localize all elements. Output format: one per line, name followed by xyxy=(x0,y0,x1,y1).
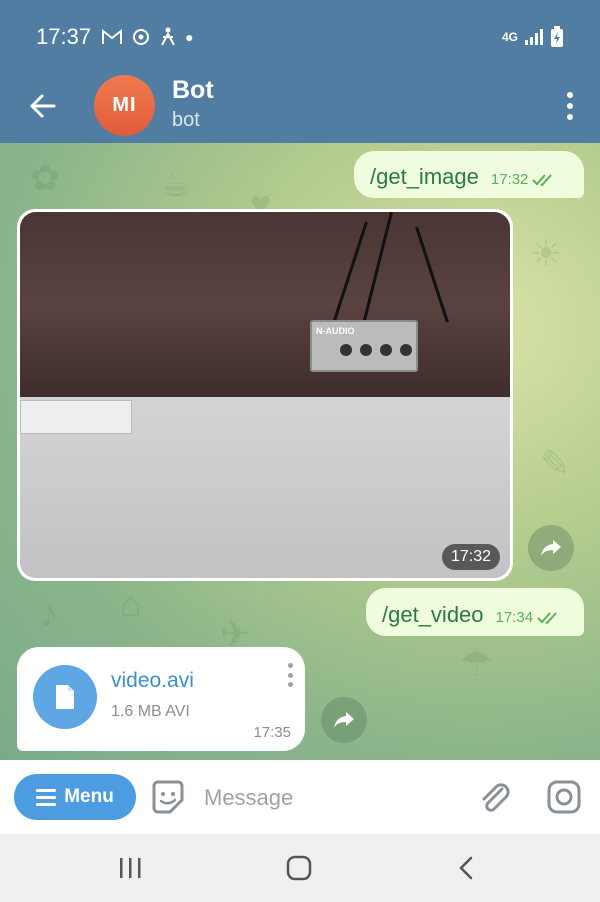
attach-icon[interactable] xyxy=(474,777,514,817)
back-chevron-icon xyxy=(459,856,473,880)
message-meta: 17:32 xyxy=(491,171,557,190)
network-4g-icon: 4G xyxy=(501,30,518,44)
more-dot-icon xyxy=(287,663,293,668)
file-info: 1.6 MB AVI xyxy=(111,703,190,720)
message-time: 17:32 xyxy=(490,171,529,188)
chat-area[interactable]: ✿ ☕ ♥ ✎ ⌂ ♪ ☂ ✈ ☀ /get_image 17:32 N-AUD… xyxy=(0,143,600,760)
status-left-icons: ● xyxy=(101,27,194,47)
more-dot-icon xyxy=(287,672,293,678)
photo-desk xyxy=(20,212,510,397)
battery-charging-icon xyxy=(551,26,563,47)
message-time: 17:35 xyxy=(253,724,291,741)
knob xyxy=(380,344,392,356)
file-message[interactable]: video.avi 1.6 MB AVI 17:35 xyxy=(17,647,305,751)
double-check-icon xyxy=(532,173,553,186)
sync-icon xyxy=(133,29,150,45)
more-dot-icon xyxy=(567,103,573,109)
file-name: video.avi xyxy=(111,669,194,692)
camera-icon[interactable] xyxy=(544,777,584,817)
avatar[interactable]: MI xyxy=(94,75,155,136)
home-icon xyxy=(286,855,312,881)
home-button[interactable] xyxy=(277,850,321,886)
device-brand-label: N-AUDIO xyxy=(316,326,355,336)
sticker-icon[interactable] xyxy=(148,778,188,818)
outgoing-message[interactable]: /get_image 17:32 xyxy=(354,151,584,198)
back-nav-button[interactable] xyxy=(444,850,488,886)
file-download-button[interactable] xyxy=(33,665,97,729)
background-doodle-icon: ✿ xyxy=(30,157,61,198)
knob xyxy=(400,344,412,356)
message-time: 17:34 xyxy=(495,609,534,626)
header: 17:37 ● 4G MI Bot bot xyxy=(0,0,600,143)
file-more-button[interactable] xyxy=(285,661,295,689)
message-input[interactable] xyxy=(204,778,454,818)
signal-icon xyxy=(525,29,543,45)
audio-interface: N-AUDIO xyxy=(310,320,418,372)
outgoing-message[interactable]: /get_video 17:34 xyxy=(366,588,584,636)
background-doodle-icon: ♪ xyxy=(40,593,58,634)
chat-title[interactable]: Bot xyxy=(172,76,214,105)
knob xyxy=(360,344,372,356)
status-time: 17:37 xyxy=(36,24,92,49)
more-dot-icon xyxy=(287,682,293,687)
back-arrow-icon xyxy=(30,94,56,118)
accessibility-icon xyxy=(161,27,175,46)
share-button[interactable] xyxy=(528,525,574,571)
knob xyxy=(340,344,352,356)
share-arrow-icon xyxy=(541,540,561,556)
photo-message[interactable]: N-AUDIO 17:32 xyxy=(17,209,513,581)
menu-button-label: Menu xyxy=(64,786,114,807)
photo-image[interactable]: N-AUDIO 17:32 xyxy=(20,212,510,578)
photo-socket xyxy=(20,400,132,434)
more-dot-icon xyxy=(567,92,573,98)
message-composer: Menu xyxy=(0,760,600,834)
more-options-button[interactable] xyxy=(560,88,580,124)
back-button[interactable] xyxy=(22,86,62,126)
message-text: /get_image xyxy=(370,164,479,189)
message-meta: 17:34 xyxy=(496,609,562,628)
status-bar: 17:37 ● 4G xyxy=(0,0,600,74)
gmail-icon xyxy=(102,28,123,44)
background-doodle-icon: ⌂ xyxy=(120,583,142,624)
message-text: /get_video xyxy=(382,602,484,627)
background-doodle-icon: ☀ xyxy=(530,233,563,274)
chat-appbar: MI Bot bot xyxy=(0,74,600,143)
background-doodle-icon: ✎ xyxy=(540,443,571,484)
background-doodle-icon: ☕ xyxy=(160,163,193,204)
system-navbar xyxy=(0,834,600,902)
chat-subtitle: bot xyxy=(172,109,200,131)
background-doodle-icon: ☂ xyxy=(460,643,493,684)
share-arrow-icon xyxy=(334,712,354,728)
more-dot-icon xyxy=(567,114,573,120)
bot-menu-button[interactable]: Menu xyxy=(14,774,136,820)
file-icon xyxy=(56,685,74,709)
double-check-icon xyxy=(537,611,557,624)
share-button[interactable] xyxy=(321,697,367,743)
status-right-icons: 4G xyxy=(502,26,564,48)
recent-apps-icon xyxy=(120,858,141,878)
menu-icon xyxy=(36,788,57,806)
photo-time: 17:32 xyxy=(441,544,500,570)
recent-apps-button[interactable] xyxy=(108,850,152,886)
dot-icon: ● xyxy=(185,29,194,45)
